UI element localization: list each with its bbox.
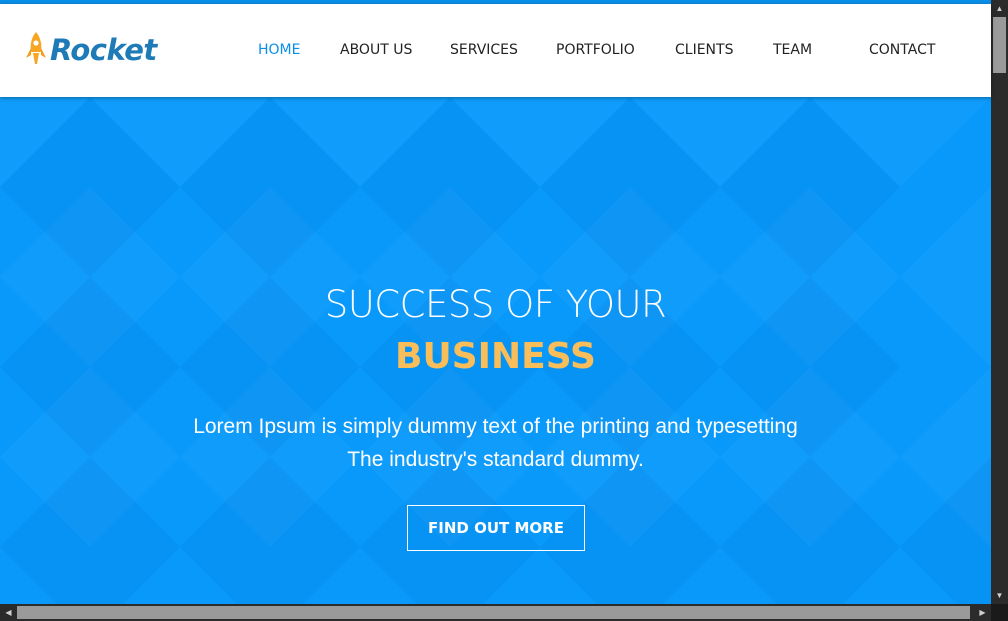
scroll-down-arrow-icon[interactable]: ▼: [991, 587, 1008, 604]
hero-subtitle-line2: The industry's standard dummy.: [347, 448, 644, 471]
hero-title-highlight: BUSINESS: [395, 336, 596, 377]
site-header: Rocket HOME ABOUT US SERVICES PORTFOLIO …: [0, 4, 991, 97]
hero-subtitle: Lorem Ipsum is simply dummy text of the …: [0, 410, 991, 476]
rocket-icon: [26, 32, 46, 64]
hero-section: SUCCESS OF YOUR BUSINESS Lorem Ipsum is …: [0, 97, 991, 605]
scrollbar-corner: [991, 604, 1008, 621]
nav-item-team[interactable]: TEAM: [773, 40, 812, 60]
brand-name: Rocket: [50, 32, 157, 67]
hero-subtitle-line1: Lorem Ipsum is simply dummy text of the …: [193, 415, 798, 438]
vertical-scrollbar[interactable]: ▲ ▼: [991, 0, 1008, 604]
nav-item-about-us[interactable]: ABOUT US: [340, 40, 412, 60]
scroll-up-arrow-icon[interactable]: ▲: [991, 0, 1008, 17]
nav-item-contact[interactable]: CONTACT: [869, 40, 935, 60]
vertical-scroll-thumb[interactable]: [993, 17, 1006, 73]
scroll-right-arrow-icon[interactable]: ▶: [974, 604, 991, 621]
scroll-left-arrow-icon[interactable]: ◀: [0, 604, 17, 621]
nav-item-services[interactable]: SERVICES: [450, 40, 518, 60]
brand-logo-link[interactable]: Rocket: [24, 31, 157, 69]
nav-item-home[interactable]: HOME: [258, 40, 300, 60]
horizontal-scroll-thumb[interactable]: [17, 606, 970, 619]
nav-item-clients[interactable]: CLIENTS: [675, 40, 733, 60]
nav-item-portfolio[interactable]: PORTFOLIO: [556, 40, 635, 60]
find-out-more-button[interactable]: FIND OUT MORE: [407, 505, 585, 551]
horizontal-scrollbar[interactable]: ◀ ▶: [0, 604, 991, 621]
hero-title: SUCCESS OF YOUR: [324, 283, 667, 326]
hero-content: SUCCESS OF YOUR BUSINESS Lorem Ipsum is …: [0, 97, 991, 605]
